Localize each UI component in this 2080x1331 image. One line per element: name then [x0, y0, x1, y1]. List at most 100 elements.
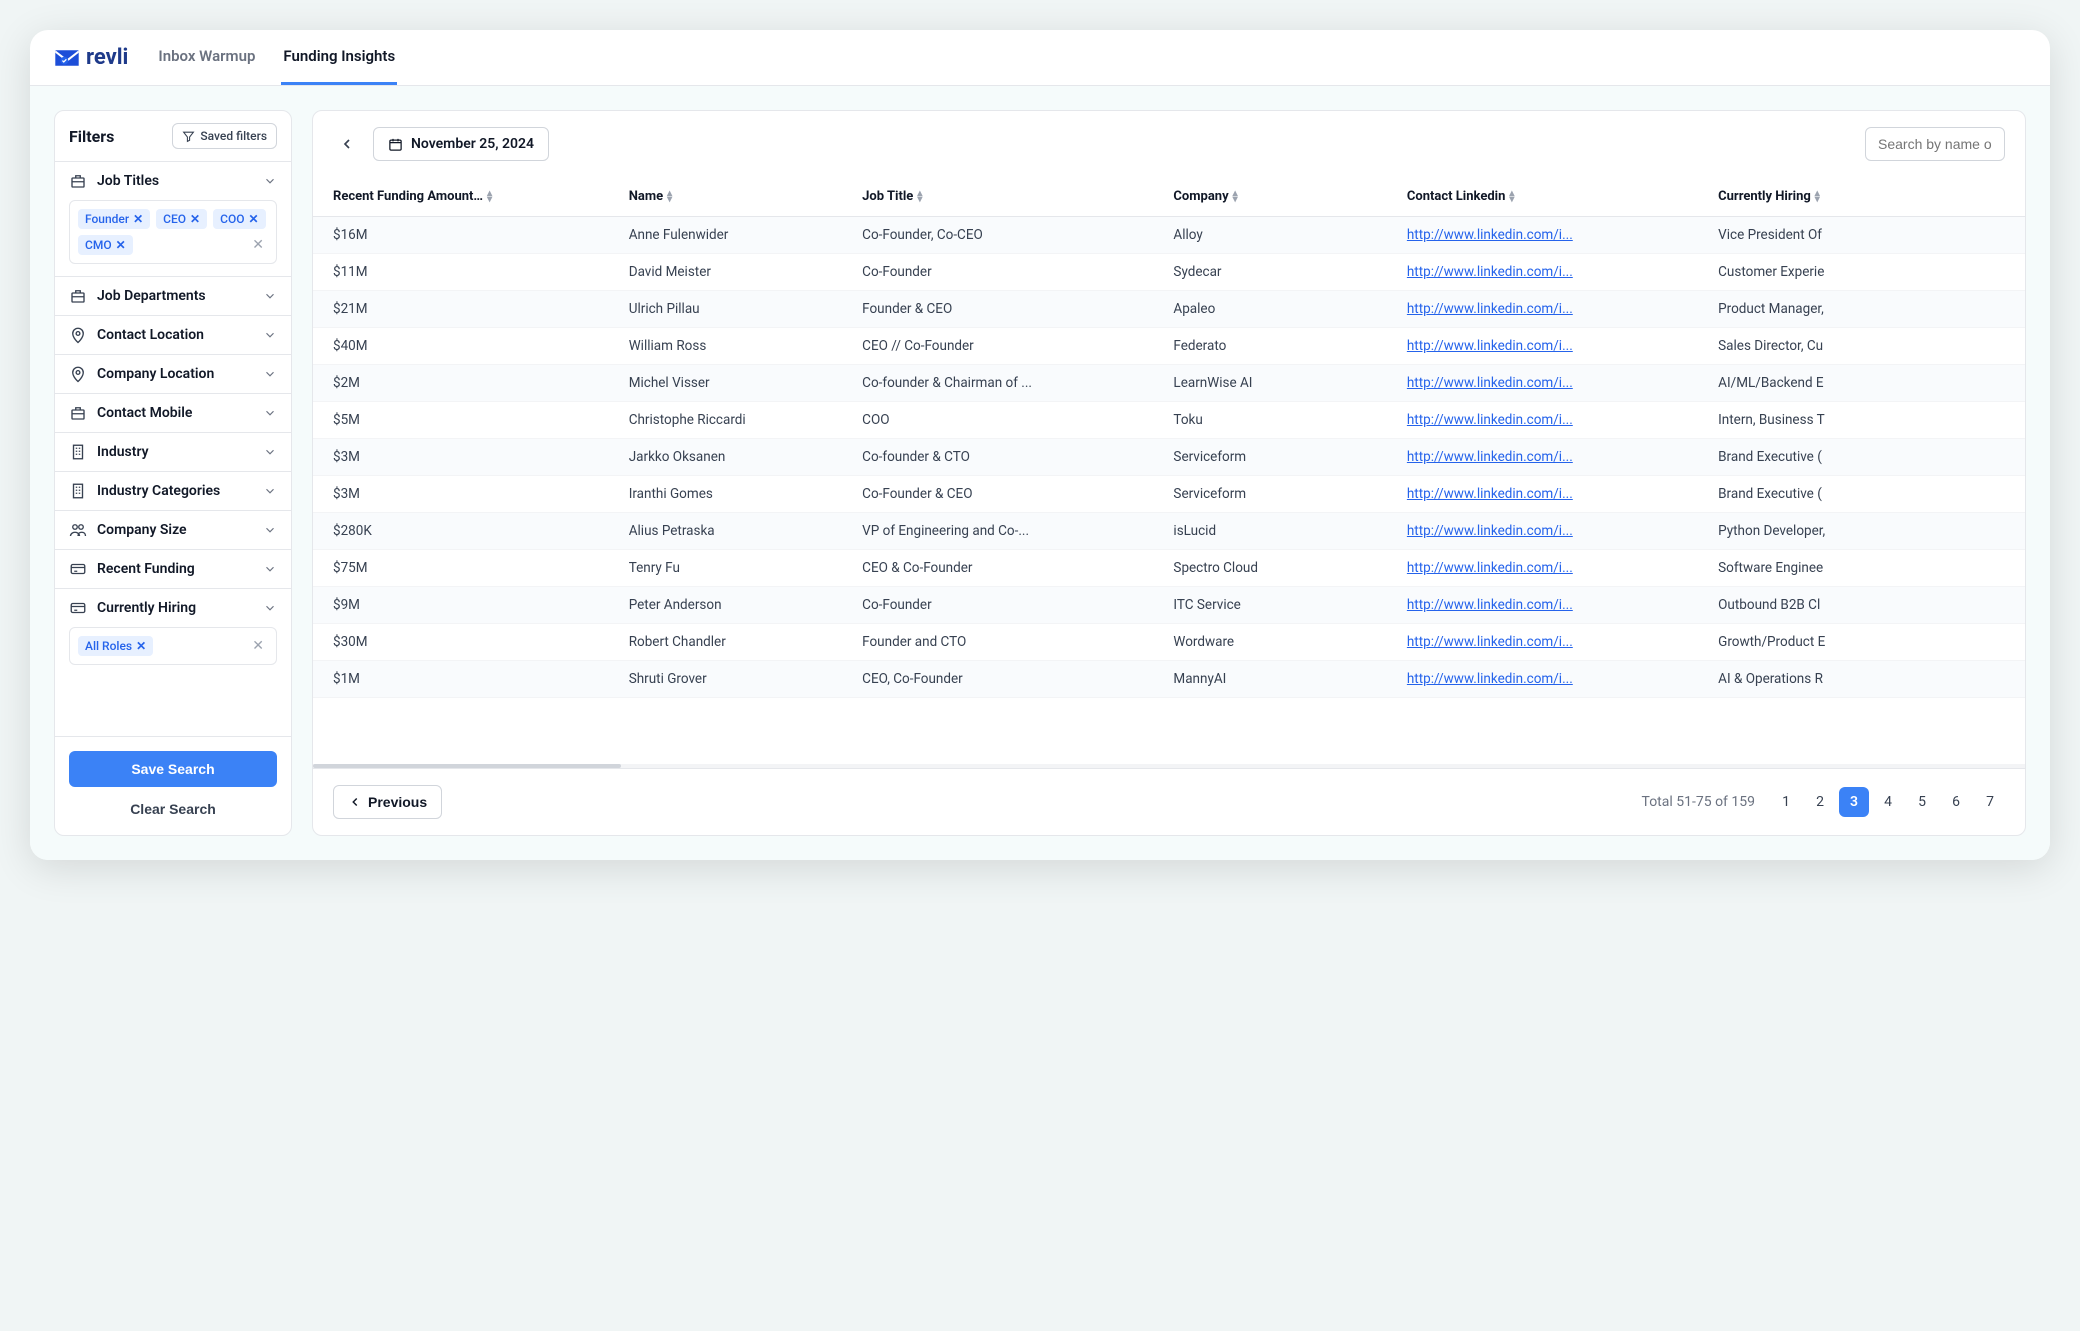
- linkedin-link[interactable]: http://www.linkedin.com/i...: [1407, 449, 1573, 465]
- filter-header[interactable]: Recent Funding: [55, 550, 291, 588]
- linkedin-link[interactable]: http://www.linkedin.com/i...: [1407, 227, 1573, 243]
- linkedin-link[interactable]: http://www.linkedin.com/i...: [1407, 597, 1573, 613]
- chip-remove-icon[interactable]: ✕: [116, 238, 126, 252]
- page-2[interactable]: 2: [1805, 787, 1835, 817]
- table-row[interactable]: $9M Peter Anderson Co-Founder ITC Servic…: [313, 587, 2025, 624]
- column-header[interactable]: Name▴▾: [609, 177, 842, 217]
- chevron-down-icon: [263, 328, 277, 342]
- column-label: Name: [629, 189, 663, 204]
- filter-chip[interactable]: All Roles✕: [78, 636, 153, 656]
- cell-hiring: Intern, Business T: [1698, 402, 2025, 439]
- saved-filters-button[interactable]: Saved filters: [172, 123, 277, 149]
- date-prev-button[interactable]: [333, 130, 361, 158]
- filter-header[interactable]: Contact Mobile: [55, 394, 291, 432]
- filter-header[interactable]: Job Departments: [55, 277, 291, 315]
- column-header[interactable]: Job Title▴▾: [842, 177, 1153, 217]
- table-row[interactable]: $16M Anne Fulenwider Co-Founder, Co-CEO …: [313, 217, 2025, 254]
- cell-amount: $9M: [313, 587, 609, 624]
- column-header[interactable]: Currently Hiring▴▾: [1698, 177, 2025, 217]
- chip-remove-icon[interactable]: ✕: [136, 639, 146, 653]
- table-row[interactable]: $2M Michel Visser Co-founder & Chairman …: [313, 365, 2025, 402]
- column-header[interactable]: Recent Funding Amount…▴▾: [313, 177, 609, 217]
- search-input[interactable]: [1865, 127, 2005, 161]
- filter-header[interactable]: Industry: [55, 433, 291, 471]
- chip-remove-icon[interactable]: ✕: [133, 212, 143, 226]
- cell-company: LearnWise AI: [1153, 365, 1386, 402]
- horizontal-scrollbar[interactable]: [313, 764, 2025, 768]
- column-header[interactable]: Contact Linkedin▴▾: [1387, 177, 1698, 217]
- page-7[interactable]: 7: [1975, 787, 2005, 817]
- linkedin-link[interactable]: http://www.linkedin.com/i...: [1407, 634, 1573, 650]
- clear-chips-icon[interactable]: ✕: [248, 638, 268, 654]
- table-row[interactable]: $3M Iranthi Gomes Co-Founder & CEO Servi…: [313, 476, 2025, 513]
- column-header[interactable]: Company▴▾: [1153, 177, 1386, 217]
- page-4[interactable]: 4: [1873, 787, 1903, 817]
- card-icon: [69, 560, 87, 578]
- cell-hiring: Software Enginee: [1698, 550, 2025, 587]
- date-picker[interactable]: November 25, 2024: [373, 127, 549, 161]
- cell-linkedin: http://www.linkedin.com/i...: [1387, 365, 1698, 402]
- table-row[interactable]: $75M Tenry Fu CEO & Co-Founder Spectro C…: [313, 550, 2025, 587]
- cell-hiring: AI/ML/Backend E: [1698, 365, 2025, 402]
- filter-chip[interactable]: COO✕: [213, 209, 265, 229]
- cell-hiring: Customer Experie: [1698, 254, 2025, 291]
- page-6[interactable]: 6: [1941, 787, 1971, 817]
- table-row[interactable]: $11M David Meister Co-Founder Sydecar ht…: [313, 254, 2025, 291]
- chevron-down-icon: [263, 484, 277, 498]
- linkedin-link[interactable]: http://www.linkedin.com/i...: [1407, 486, 1573, 502]
- nav-tabs: Inbox Warmup Funding Insights: [156, 30, 397, 85]
- chip-box: Founder✕CEO✕COO✕CMO✕✕: [69, 200, 277, 264]
- sort-icon: ▴▾: [917, 191, 922, 203]
- table-row[interactable]: $30M Robert Chandler Founder and CTO Wor…: [313, 624, 2025, 661]
- linkedin-link[interactable]: http://www.linkedin.com/i...: [1407, 264, 1573, 280]
- table-row[interactable]: $3M Jarkko Oksanen Co-founder & CTO Serv…: [313, 439, 2025, 476]
- clear-chips-icon[interactable]: ✕: [248, 237, 268, 253]
- linkedin-link[interactable]: http://www.linkedin.com/i...: [1407, 375, 1573, 391]
- table-row[interactable]: $21M Ulrich Pillau Founder & CEO Apaleo …: [313, 291, 2025, 328]
- tab-funding-insights[interactable]: Funding Insights: [281, 30, 397, 85]
- filter-section-currently-hiring: Currently Hiring All Roles✕✕: [55, 588, 291, 677]
- filter-header[interactable]: Company Location: [55, 355, 291, 393]
- save-search-button[interactable]: Save Search: [69, 751, 277, 787]
- chip-remove-icon[interactable]: ✕: [248, 212, 258, 226]
- filter-header[interactable]: Company Size: [55, 511, 291, 549]
- chip-remove-icon[interactable]: ✕: [190, 212, 200, 226]
- filter-header[interactable]: Job Titles: [55, 162, 291, 200]
- cell-name: Jarkko Oksanen: [609, 439, 842, 476]
- filter-chip[interactable]: CMO✕: [78, 235, 133, 255]
- filter-header[interactable]: Currently Hiring: [55, 589, 291, 627]
- linkedin-link[interactable]: http://www.linkedin.com/i...: [1407, 671, 1573, 687]
- filter-chip[interactable]: CEO✕: [156, 209, 207, 229]
- clear-search-button[interactable]: Clear Search: [69, 797, 277, 821]
- linkedin-link[interactable]: http://www.linkedin.com/i...: [1407, 338, 1573, 354]
- page-1[interactable]: 1: [1771, 787, 1801, 817]
- table-scroll[interactable]: Recent Funding Amount…▴▾Name▴▾Job Title▴…: [313, 177, 2025, 764]
- cell-name: David Meister: [609, 254, 842, 291]
- table-row[interactable]: $40M William Ross CEO // Co-Founder Fede…: [313, 328, 2025, 365]
- cell-name: Tenry Fu: [609, 550, 842, 587]
- page-5[interactable]: 5: [1907, 787, 1937, 817]
- filter-header[interactable]: Industry Categories: [55, 472, 291, 510]
- cell-name: William Ross: [609, 328, 842, 365]
- cell-title: CEO // Co-Founder: [842, 328, 1153, 365]
- table-row[interactable]: $280K Alius Petraska VP of Engineering a…: [313, 513, 2025, 550]
- previous-button[interactable]: Previous: [333, 785, 442, 819]
- linkedin-link[interactable]: http://www.linkedin.com/i...: [1407, 412, 1573, 428]
- chevron-down-icon: [263, 289, 277, 303]
- filter-label: Recent Funding: [97, 561, 253, 577]
- envelope-check-icon: [54, 47, 80, 69]
- filter-header[interactable]: Contact Location: [55, 316, 291, 354]
- tab-inbox-warmup[interactable]: Inbox Warmup: [156, 30, 257, 85]
- page-3[interactable]: 3: [1839, 787, 1869, 817]
- table-row[interactable]: $5M Christophe Riccardi COO Toku http://…: [313, 402, 2025, 439]
- filters-title: Filters: [69, 127, 114, 146]
- cell-hiring: Sales Director, Cu: [1698, 328, 2025, 365]
- table-row[interactable]: $1M Shruti Grover CEO, Co-Founder MannyA…: [313, 661, 2025, 698]
- linkedin-link[interactable]: http://www.linkedin.com/i...: [1407, 523, 1573, 539]
- briefcase-icon: [69, 172, 87, 190]
- filter-chip[interactable]: Founder✕: [78, 209, 150, 229]
- cell-amount: $21M: [313, 291, 609, 328]
- brand-logo[interactable]: revli: [54, 45, 128, 70]
- linkedin-link[interactable]: http://www.linkedin.com/i...: [1407, 301, 1573, 317]
- linkedin-link[interactable]: http://www.linkedin.com/i...: [1407, 560, 1573, 576]
